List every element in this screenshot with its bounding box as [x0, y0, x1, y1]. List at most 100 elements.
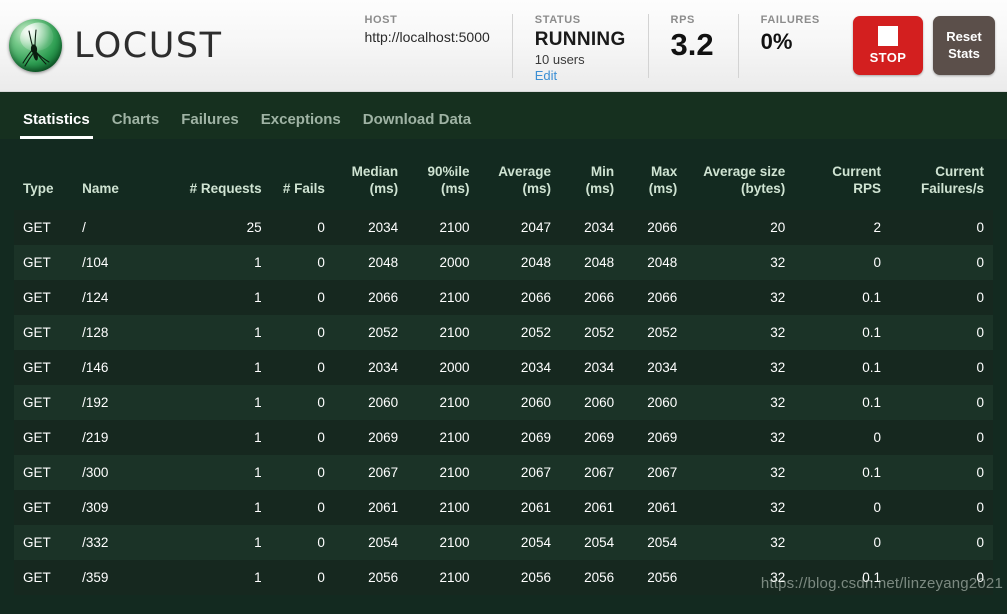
table-row[interactable]: GET/309 1 0 2061 2100 2061 2061 2061 32 0 0 — [14, 489, 993, 525]
cell-current-failures: 0 — [976, 324, 984, 340]
cell-min: 2054 — [584, 534, 615, 550]
cell-90ile: 2000 — [439, 359, 470, 375]
reset-stats-button[interactable]: Reset Stats — [933, 16, 995, 75]
col-requests[interactable]: # Requests — [179, 154, 271, 210]
tab-download-data[interactable]: Download Data — [352, 111, 482, 139]
cell-type: GET — [23, 394, 51, 410]
col-max[interactable]: Max (ms) — [623, 154, 686, 210]
cell-max: 2054 — [647, 534, 678, 550]
cell-median: 2052 — [368, 324, 399, 340]
cell-current-failures: 0 — [976, 289, 984, 305]
col-90ile[interactable]: 90%ile (ms) — [407, 154, 478, 210]
cell-type: GET — [23, 429, 51, 445]
cell-name: /128 — [82, 324, 109, 340]
user-count: 10 users — [534, 51, 585, 67]
cell-current-rps: 0.1 — [862, 359, 882, 375]
table-row[interactable]: GET/359 1 0 2056 2100 2056 2056 2056 32 0.1 0 — [14, 559, 993, 595]
logo-text: LOCUST — [74, 25, 223, 66]
cell-name: /332 — [82, 534, 109, 550]
cell-median: 2061 — [368, 499, 399, 515]
table-row[interactable]: GET/146 1 0 2034 2000 2034 2034 2034 32 0.1 0 — [14, 349, 993, 385]
cell-90ile: 2100 — [439, 569, 470, 585]
edit-link[interactable]: Edit — [535, 68, 557, 83]
cell-average: 2056 — [520, 569, 551, 585]
cell-name: /192 — [82, 394, 109, 410]
cell-fails: 0 — [317, 324, 325, 340]
cell-fails: 0 — [317, 429, 325, 445]
main-navigation: Statistics Charts Failures Exceptions Do… — [0, 92, 1007, 139]
status-stat: STATUS RUNNING 10 users Edit — [511, 13, 648, 83]
cell-requests: 1 — [254, 569, 262, 585]
cell-name: /300 — [82, 464, 109, 480]
brand: LOCUST — [0, 19, 222, 72]
cell-average-size: 32 — [770, 429, 786, 445]
header-buttons: STOP Reset Stats — [853, 16, 1007, 75]
cell-requests: 1 — [254, 499, 262, 515]
table-header-row: Type Name # Requests # Fails Median (ms) … — [14, 154, 993, 210]
cell-90ile: 2100 — [439, 394, 470, 410]
table-row[interactable]: GET/300 1 0 2067 2100 2067 2067 2067 32 0.1 0 — [14, 454, 993, 490]
cell-min: 2034 — [584, 359, 615, 375]
cell-fails: 0 — [317, 464, 325, 480]
col-median[interactable]: Median (ms) — [334, 154, 407, 210]
stop-button[interactable]: STOP — [853, 16, 923, 75]
cell-name: /309 — [82, 499, 109, 515]
cell-average: 2069 — [520, 429, 551, 445]
cell-current-rps: 0.1 — [862, 289, 882, 305]
col-name[interactable]: Name — [73, 154, 179, 210]
failures-label: FAILURES — [760, 13, 820, 26]
col-current-rps[interactable]: Current RPS — [794, 154, 890, 210]
col-average[interactable]: Average (ms) — [478, 154, 559, 210]
stop-button-label: STOP — [869, 50, 907, 65]
tab-failures[interactable]: Failures — [170, 111, 250, 139]
col-average-size[interactable]: Average size (bytes) — [686, 154, 794, 210]
cell-max: 2048 — [647, 254, 678, 270]
cell-type: GET — [23, 219, 51, 235]
cell-current-failures: 0 — [976, 429, 984, 445]
cell-average: 2061 — [520, 499, 551, 515]
cell-fails: 0 — [317, 219, 325, 235]
table-body: GET/25 0 2034 2100 2047 2034 2066 20 2 0 GET/104 1 0… — [14, 209, 993, 595]
table-row[interactable]: GET/124 1 0 2066 2100 2066 2066 2066 32 0.1 0 — [14, 279, 993, 315]
host-stat: HOST http://localhost:5000 — [338, 14, 511, 78]
table-row[interactable]: GET/332 1 0 2054 2100 2054 2054 2054 32 0 0 — [14, 524, 993, 560]
col-current-failures[interactable]: Current Failures/s — [890, 154, 993, 210]
cell-max: 2060 — [647, 394, 678, 410]
cell-average-size: 32 — [770, 289, 786, 305]
cell-requests: 1 — [254, 289, 262, 305]
col-fails[interactable]: # Fails — [271, 154, 334, 210]
host-value: http://localhost:5000 — [364, 28, 490, 45]
col-min[interactable]: Min (ms) — [560, 154, 623, 210]
cell-current-failures: 0 — [976, 499, 984, 515]
tab-exceptions[interactable]: Exceptions — [250, 111, 352, 139]
table-row[interactable]: GET/104 1 0 2048 2000 2048 2048 2048 32 0 0 — [14, 244, 993, 280]
cell-median: 2048 — [368, 254, 399, 270]
cell-average-size: 20 — [770, 219, 786, 235]
cell-type: GET — [23, 254, 51, 270]
table-row[interactable]: GET/128 1 0 2052 2100 2052 2052 2052 32 0.1 0 — [14, 314, 993, 350]
cell-current-rps: 0.1 — [862, 394, 882, 410]
status-value: RUNNING — [534, 28, 626, 50]
cell-name: /359 — [82, 569, 109, 585]
app-header: LOCUST HOST http://localhost:5000 STATUS… — [0, 0, 1007, 92]
table-row[interactable]: GET/25 0 2034 2100 2047 2034 2066 20 2 0 — [14, 209, 993, 245]
cell-type: GET — [23, 569, 51, 585]
cell-median: 2056 — [368, 569, 399, 585]
tab-charts[interactable]: Charts — [101, 111, 171, 139]
cell-requests: 1 — [254, 359, 262, 375]
table-row[interactable]: GET/192 1 0 2060 2100 2060 2060 2060 32 0.1 0 — [14, 384, 993, 420]
cell-name: /146 — [82, 359, 109, 375]
cell-fails: 0 — [317, 499, 325, 515]
cell-current-failures: 0 — [976, 534, 984, 550]
failures-value: 0% — [760, 28, 793, 54]
cell-min: 2060 — [584, 394, 615, 410]
cell-current-rps: 2 — [873, 219, 882, 235]
cell-max: 2034 — [647, 359, 678, 375]
cell-max: 2056 — [647, 569, 678, 585]
cell-fails: 0 — [317, 534, 325, 550]
col-type[interactable]: Type — [14, 154, 73, 210]
cell-current-failures: 0 — [976, 254, 984, 270]
table-row[interactable]: GET/219 1 0 2069 2100 2069 2069 2069 32 0 0 — [14, 419, 993, 455]
cell-min: 2056 — [584, 569, 615, 585]
tab-statistics[interactable]: Statistics — [12, 111, 101, 139]
